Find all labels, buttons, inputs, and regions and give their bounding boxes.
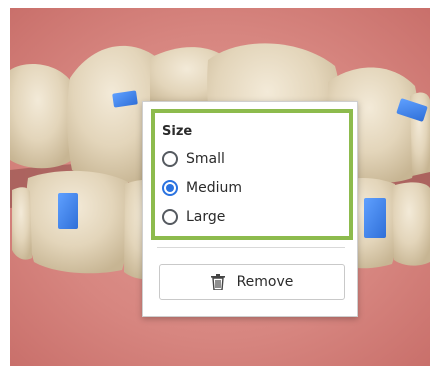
popup-divider xyxy=(157,247,345,248)
attachment-lower-right xyxy=(364,198,386,238)
size-option-group: Size Small Medium Large xyxy=(151,109,353,240)
radio-small[interactable] xyxy=(162,151,178,167)
size-option-medium[interactable]: Medium xyxy=(162,176,242,200)
trash-icon xyxy=(210,274,225,291)
radio-medium[interactable] xyxy=(162,180,178,196)
size-option-label: Large xyxy=(186,209,226,225)
tooth-upper-far-left xyxy=(10,64,72,169)
size-option-large[interactable]: Large xyxy=(162,205,225,229)
remove-button[interactable]: Remove xyxy=(159,264,345,300)
attachment-context-popup: Size Small Medium Large Remove xyxy=(142,101,358,317)
attachment-lower-left xyxy=(58,193,78,229)
radio-large[interactable] xyxy=(162,209,178,225)
size-option-label: Medium xyxy=(186,180,242,196)
size-group-title: Size xyxy=(162,124,193,139)
remove-label: Remove xyxy=(236,274,294,290)
size-option-small[interactable]: Small xyxy=(162,147,225,171)
size-option-label: Small xyxy=(186,151,225,167)
dental-3d-viewport[interactable]: Size Small Medium Large Remove xyxy=(0,0,440,374)
